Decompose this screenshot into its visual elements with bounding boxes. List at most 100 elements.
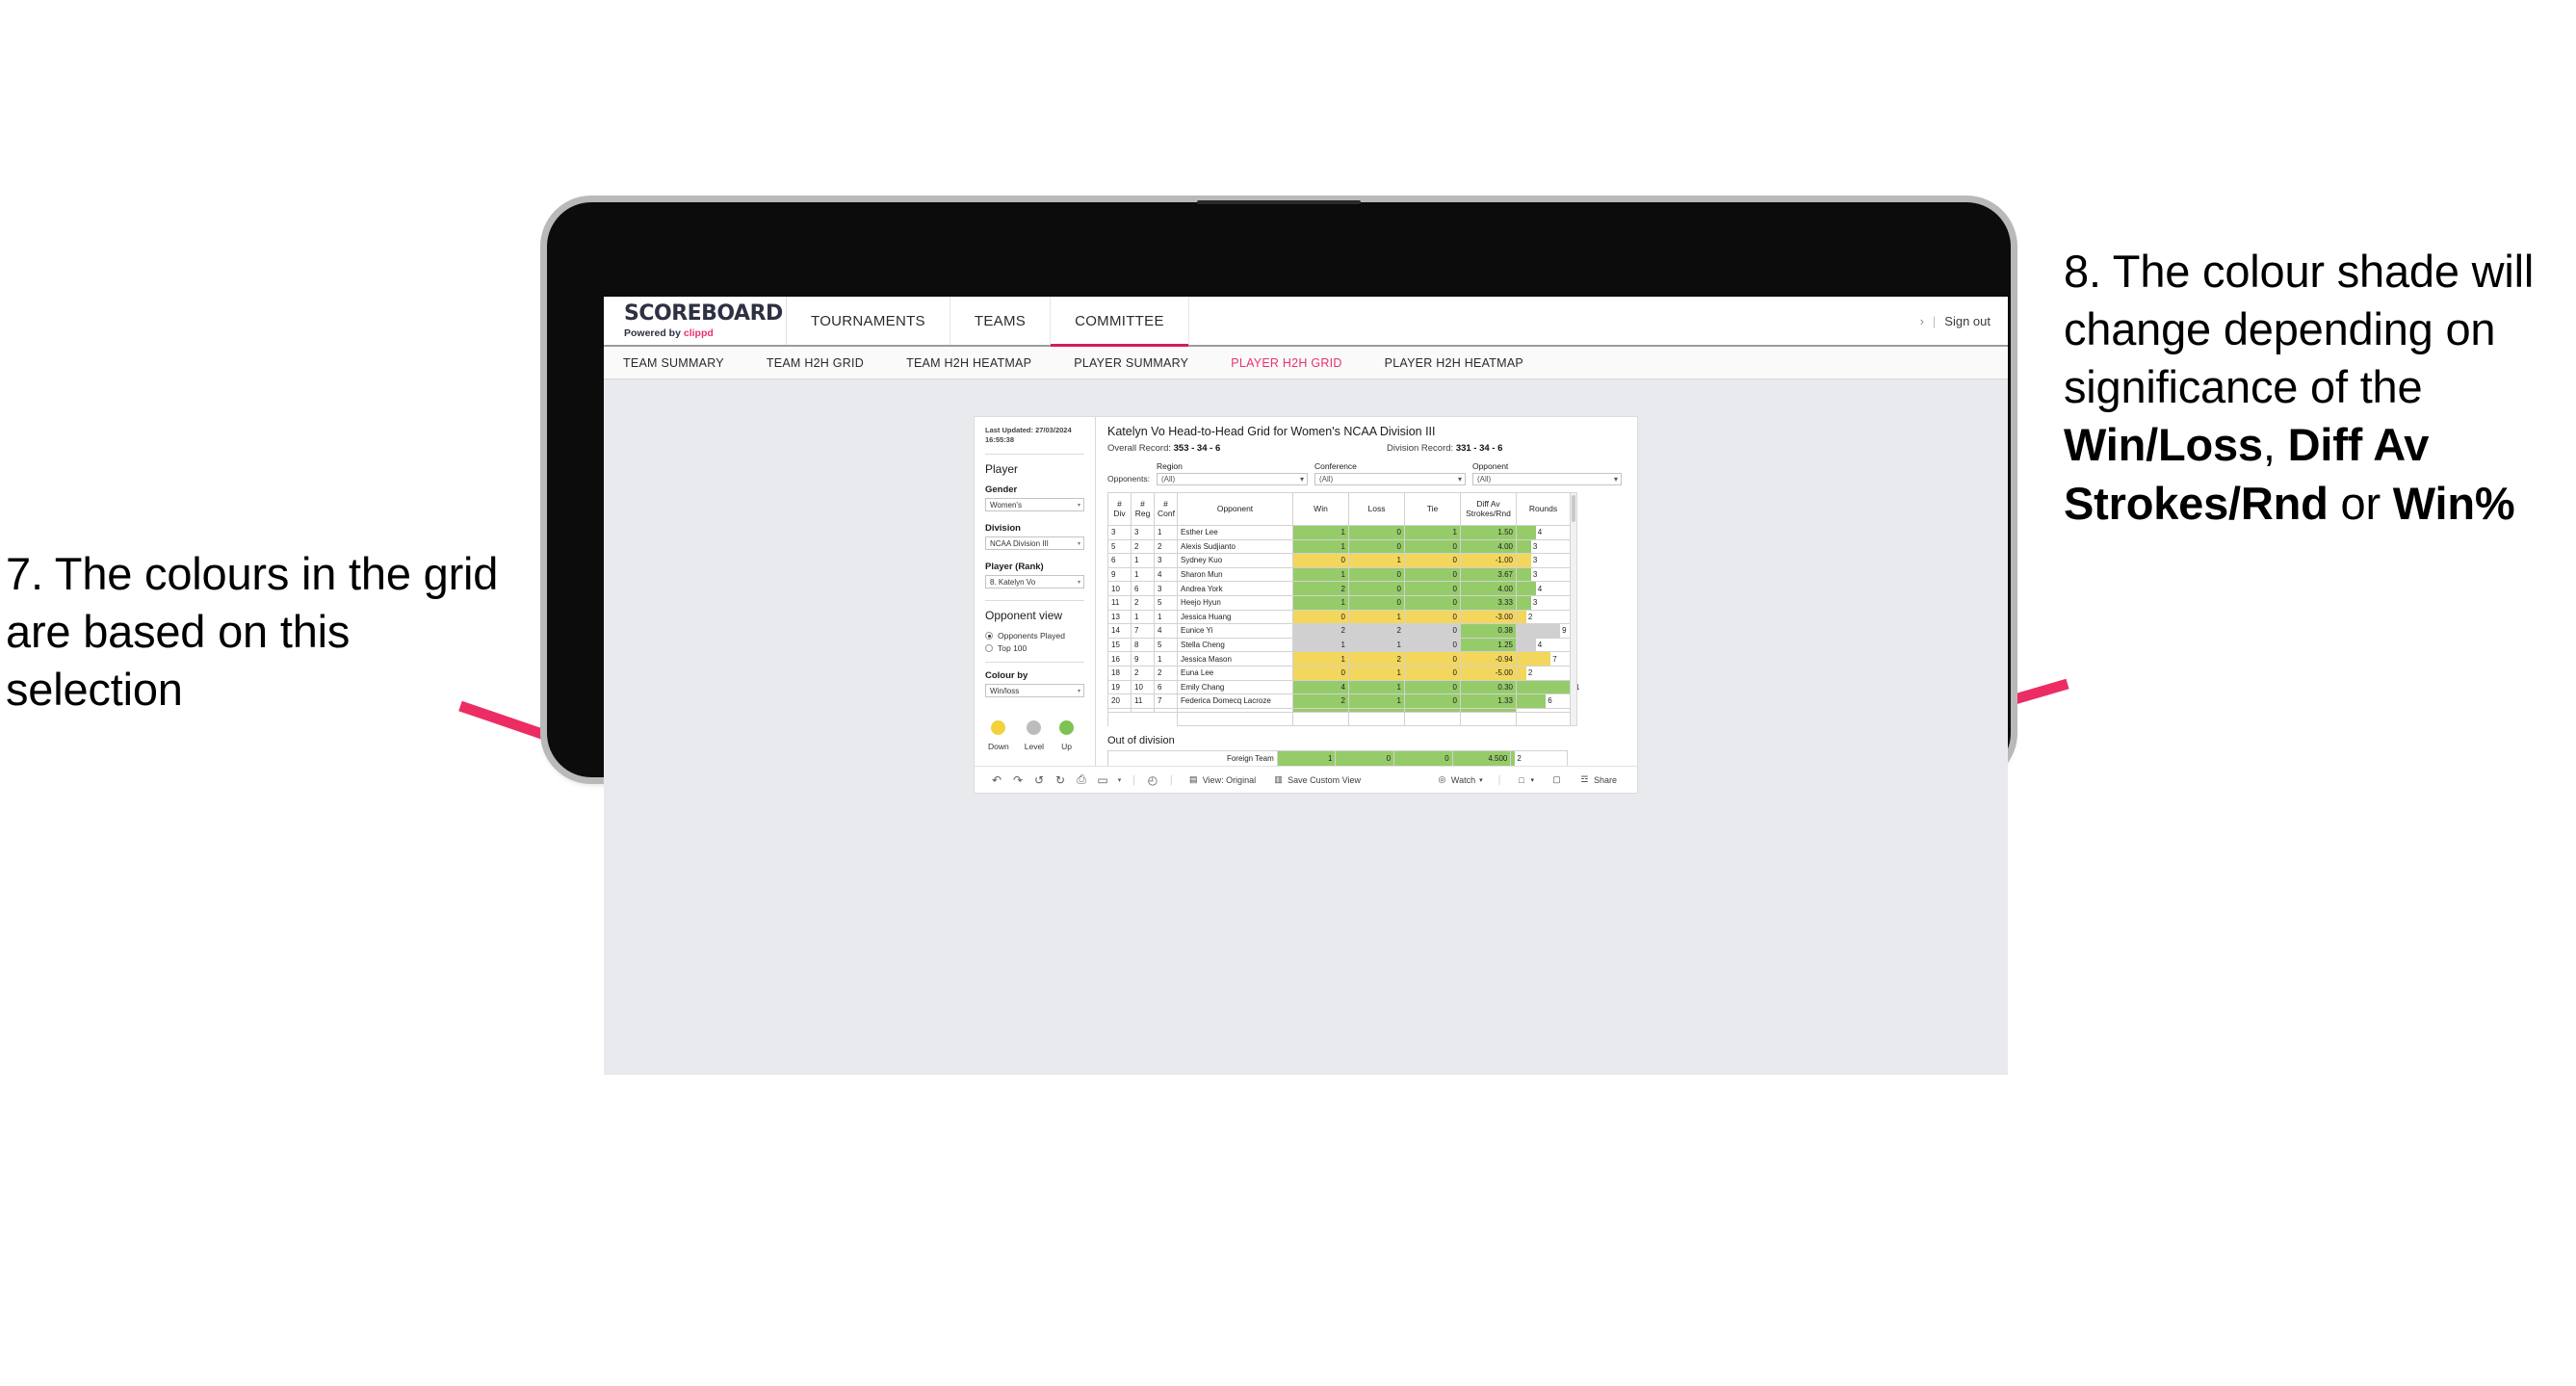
column-header-diff-av-strokes-rnd[interactable]: Diff Av Strokes/Rnd [1460, 492, 1517, 526]
subnav-team-h2h-heatmap[interactable]: TEAM H2H HEATMAP [885, 356, 1053, 370]
radio-opponents-played[interactable]: Opponents Played [985, 631, 1084, 641]
table-vertical-scrollbar[interactable] [1571, 492, 1577, 727]
table-row[interactable]: 15 8 5 Stella Cheng 1 1 0 1.25 4 [1107, 637, 1571, 653]
undo-icon[interactable]: ↶ [986, 773, 1007, 787]
column-header-tie[interactable]: Tie [1404, 492, 1461, 526]
fullscreen-button[interactable]: ▢ [1543, 774, 1571, 785]
records-row: Overall Record: 353 - 34 - 6 Division Re… [1107, 443, 1627, 454]
subnav-player-h2h-grid[interactable]: PLAYER H2H GRID [1210, 356, 1363, 370]
cell-div-rank: 20 [1107, 693, 1132, 709]
cell-empty [1404, 711, 1461, 727]
redo-icon[interactable]: ↷ [1007, 773, 1028, 787]
toolbar-separator-3: | [1497, 773, 1501, 786]
column-header-opponent[interactable]: Opponent [1177, 492, 1293, 526]
column-header-div[interactable]: # Div [1107, 492, 1132, 526]
nav-item-teams[interactable]: TEAMS [950, 297, 1052, 345]
pause-icon[interactable]: ⎙ [1071, 772, 1092, 787]
watch-button[interactable]: ◎ Watch ▾ [1428, 774, 1492, 785]
rounds-bar [1517, 694, 1547, 708]
table-row[interactable]: 10 6 3 Andrea York 2 0 0 4.00 4 [1107, 581, 1571, 596]
table-row[interactable]: 13 1 1 Jessica Huang 0 1 0 -3.00 2 [1107, 609, 1571, 625]
chevron-right-icon[interactable]: › [1920, 314, 1924, 328]
cell-win: 1 [1292, 637, 1349, 653]
revert-icon[interactable]: ↺ [1028, 773, 1050, 787]
column-header-loss[interactable]: Loss [1348, 492, 1405, 526]
division-select[interactable]: NCAA Division III ▾ [985, 536, 1084, 551]
division-record: Division Record: 331 - 34 - 6 [1387, 443, 1502, 454]
division-label: Division [985, 523, 1021, 535]
table-row[interactable]: 3 3 1 Esther Lee 1 0 1 1.50 4 [1107, 525, 1571, 540]
column-header-reg[interactable]: # Reg [1131, 492, 1155, 526]
shape-icon[interactable]: ▭ [1092, 773, 1113, 787]
nav-item-tournaments[interactable]: TOURNAMENTS [787, 297, 950, 345]
cell-tie: 0 [1404, 609, 1461, 625]
filter-region-select[interactable]: (All) ▾ [1156, 473, 1308, 485]
sidebar-divider-2 [985, 600, 1084, 602]
opponents-filter-label: Opponents: [1107, 474, 1150, 484]
table-row[interactable]: 19106Emily Chang4100.3011 [1107, 679, 1579, 695]
h2h-grid-head: # Div # Reg # Conf Opponent Win Loss Tie Diff Av St… [1107, 492, 1571, 526]
cell-diff-av-strokes: 0.30 [1460, 679, 1517, 695]
cell-opponent: Heejo Hyun [1177, 594, 1293, 611]
annotation-bold-term: Win% [2392, 477, 2515, 529]
cell-diff-av-strokes: 0.38 [1460, 623, 1517, 639]
h2h-grid-header-row: # Div # Reg # Conf Opponent Win Loss Tie Diff Av St… [1107, 492, 1571, 526]
device-layout-button[interactable]: □ ▾ [1507, 774, 1543, 785]
legend-label-up: Up [1061, 742, 1072, 752]
cell-rounds: 4 [1516, 581, 1571, 596]
table-row[interactable]: 5 2 2 Alexis Sudjianto 1 0 0 4.00 3 [1107, 538, 1571, 555]
visualization-container: Last Updated: 27/03/2024 16:55:38 Player… [974, 416, 1638, 794]
cell-opponent: Alexis Sudjianto [1177, 538, 1293, 555]
filter-region-label: Region [1156, 461, 1183, 471]
sign-out-link[interactable]: Sign out [1944, 314, 1991, 328]
watch-caret-icon: ▾ [1479, 776, 1483, 784]
column-header-win[interactable]: Win [1292, 492, 1349, 526]
column-header-rounds[interactable]: Rounds [1516, 492, 1571, 526]
cell-tie: 0 [1404, 566, 1461, 583]
brand-logo: SCOREBOARD Powered by clippd [604, 297, 787, 345]
cell-win: 0 [1292, 553, 1349, 568]
share-button[interactable]: ☲ Share [1571, 774, 1626, 785]
table-row[interactable]: 20 11 7 Federica Domecq Lacroze 2 1 0 1.33 6 [1107, 693, 1571, 709]
out-of-division-row[interactable]: Foreign Team 1 0 0 4.500 2 [1107, 750, 1568, 766]
filter-conference-select[interactable]: (All) ▾ [1314, 473, 1466, 485]
cell-conf-rank: 5 [1154, 594, 1178, 611]
table-row[interactable]: 14 7 4 Eunice Yi 2 2 0 0.38 9 [1107, 623, 1571, 639]
toolbar-separator-1: | [1132, 773, 1135, 786]
cell-reg-rank: 6 [1131, 581, 1155, 596]
refresh-icon[interactable]: ↻ [1050, 773, 1071, 787]
subnav-team-h2h-grid[interactable]: TEAM H2H GRID [745, 356, 885, 370]
table-row[interactable]: 11 2 5 Heejo Hyun 1 0 0 3.33 3 [1107, 594, 1571, 611]
legend-dot-up [1059, 720, 1075, 736]
subnav-team-summary[interactable]: TEAM SUMMARY [623, 356, 745, 370]
cell-reg-rank: 3 [1131, 525, 1155, 540]
radio-top-100[interactable]: Top 100 [985, 643, 1084, 653]
cell-rounds: 6 [1516, 693, 1571, 709]
rounds-value: 3 [1532, 570, 1538, 580]
cell-diff-av-strokes: 1.33 [1460, 693, 1517, 709]
nav-item-committee[interactable]: COMMITTEE [1051, 297, 1189, 347]
table-row[interactable]: 9 1 4 Sharon Mun 1 0 0 3.67 3 [1107, 566, 1571, 583]
save-custom-view-button[interactable]: ▥ Save Custom View [1264, 774, 1369, 785]
out-of-division-table: Foreign Team1004.5002NAIA Division 11500… [1107, 750, 1568, 766]
cell-empty [1348, 711, 1405, 727]
annotation-bold-term: Win/Loss [2064, 419, 2263, 471]
gender-select[interactable]: Women's ▾ [985, 498, 1084, 512]
filter-opponent-select[interactable]: (All) ▾ [1471, 473, 1622, 485]
annotation-right: 8. The colour shade will change dependin… [2064, 243, 2569, 533]
shape-dropdown-caret-icon[interactable]: ▾ [1113, 776, 1126, 784]
player-rank-value: 8. Katelyn Vo [990, 577, 1036, 587]
view-original-button[interactable]: ▤ View: Original [1180, 774, 1264, 785]
table-row[interactable]: 6 1 3 Sydney Kuo 0 1 0 -1.00 3 [1107, 553, 1571, 568]
cell-opponent: Emily Chang [1177, 679, 1293, 695]
table-row[interactable]: 18 2 2 Euna Lee 0 1 0 -5.00 2 [1107, 665, 1571, 681]
presentation-mode-icon[interactable]: ◴ [1142, 773, 1163, 787]
cell-rounds: 3 [1516, 553, 1571, 568]
colour-by-select[interactable]: Win/loss ▾ [985, 684, 1084, 698]
column-header-conf[interactable]: # Conf [1154, 492, 1178, 526]
player-rank-select[interactable]: 8. Katelyn Vo ▾ [985, 575, 1084, 589]
subnav-player-summary[interactable]: PLAYER SUMMARY [1053, 356, 1210, 370]
table-scrollbar-thumb[interactable] [1572, 495, 1575, 522]
subnav-player-h2h-heatmap[interactable]: PLAYER H2H HEATMAP [1364, 356, 1545, 370]
table-row[interactable]: 16 9 1 Jessica Mason 1 2 0 -0.94 7 [1107, 651, 1571, 667]
